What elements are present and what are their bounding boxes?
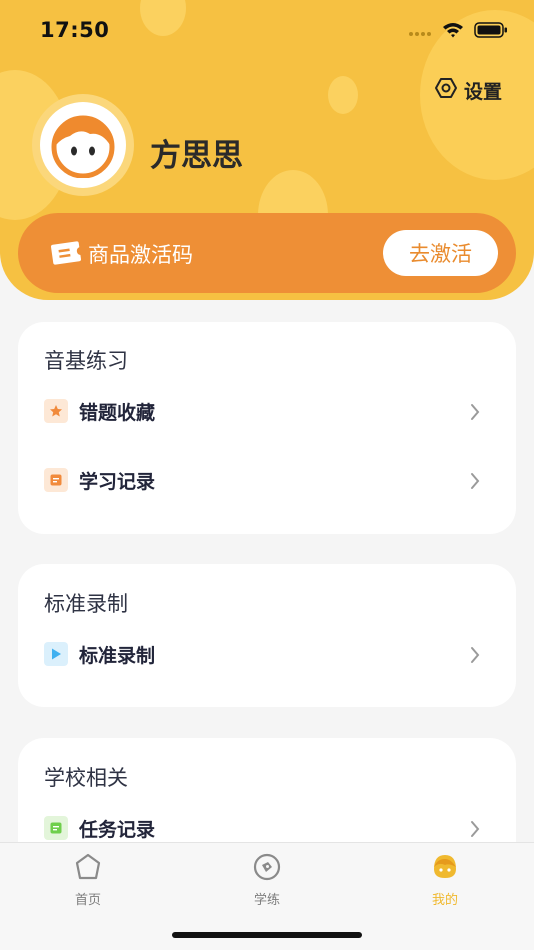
list-item-label: 学习记录 <box>79 471 156 493</box>
activate-button[interactable]: 去激活 <box>383 230 498 276</box>
section-title: 学校相关 <box>44 766 128 790</box>
card-music-basics: 音基练习 错题收藏 学习记录 <box>18 322 516 534</box>
status-bar: 17:50 <box>0 0 534 64</box>
task-icon <box>44 816 68 840</box>
home-icon <box>74 853 102 885</box>
battery-icon <box>474 22 508 42</box>
card-standard-recording: 标准录制 标准录制 <box>18 564 516 707</box>
wifi-icon <box>442 22 464 42</box>
chevron-right-icon <box>470 646 480 668</box>
list-item-wrong-questions[interactable]: 错题收藏 <box>18 386 516 438</box>
settings-button[interactable]: 设置 <box>434 76 502 105</box>
avatar-image <box>40 102 126 188</box>
username: 方思思 <box>150 138 243 174</box>
practice-icon <box>253 853 281 885</box>
play-icon <box>44 642 68 666</box>
tab-profile[interactable]: 我的 <box>400 853 490 913</box>
status-icons <box>408 22 508 42</box>
status-time: 17:50 <box>40 18 110 42</box>
chevron-right-icon <box>470 472 480 494</box>
tab-label: 首页 <box>74 893 101 908</box>
list-item-label: 错题收藏 <box>79 402 156 424</box>
gear-icon <box>434 76 458 105</box>
profile-icon <box>431 853 459 885</box>
list-item-label: 标准录制 <box>79 645 156 667</box>
home-indicator <box>172 932 362 938</box>
chevron-right-icon <box>470 820 480 842</box>
ticket-icon <box>50 239 82 271</box>
tab-home[interactable]: 首页 <box>43 853 133 913</box>
list-item-study-records[interactable]: 学习记录 <box>18 455 516 507</box>
tab-label: 我的 <box>431 893 458 908</box>
settings-label: 设置 <box>463 81 502 103</box>
section-title: 音基练习 <box>44 349 128 373</box>
signal-icon <box>408 23 432 42</box>
activation-code-bar[interactable]: 商品激活码 去激活 <box>18 213 516 293</box>
star-icon <box>44 399 68 423</box>
avatar-face-icon <box>51 115 115 178</box>
chevron-right-icon <box>470 403 480 425</box>
list-item-label: 任务记录 <box>79 819 156 841</box>
section-title: 标准录制 <box>44 592 128 616</box>
list-item-standard-recording[interactable]: 标准录制 <box>18 629 516 681</box>
avatar[interactable] <box>32 94 134 196</box>
activation-code-label: 商品激活码 <box>88 243 193 267</box>
record-icon <box>44 468 68 492</box>
tab-practice[interactable]: 学练 <box>222 853 312 913</box>
tab-label: 学练 <box>253 893 280 908</box>
